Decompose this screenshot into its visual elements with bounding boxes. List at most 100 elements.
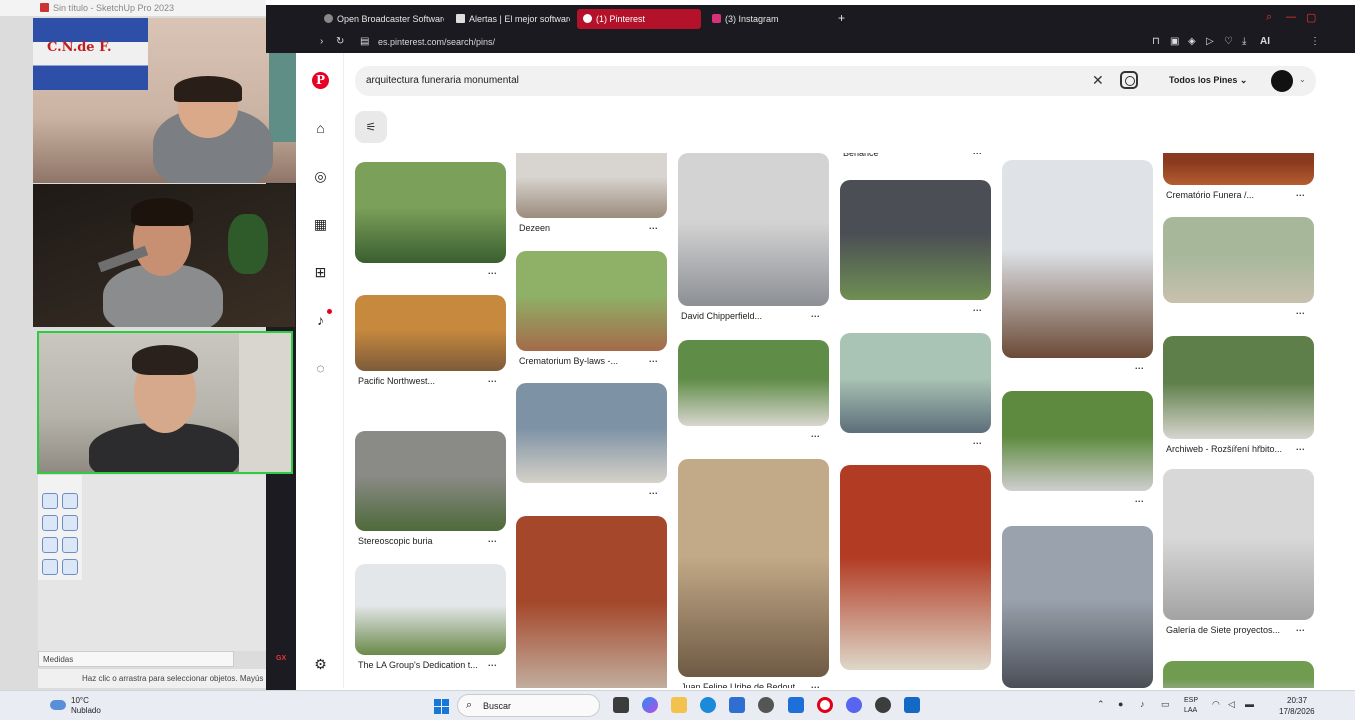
reload-icon[interactable]: ↻ [336,36,344,47]
minimize-icon[interactable]: — [1280,9,1296,29]
copilot-icon[interactable] [642,697,658,713]
avatar[interactable] [1271,70,1293,92]
pin-more-icon[interactable]: ... [973,436,982,446]
maximize-icon[interactable]: ▢ [1300,9,1316,29]
pin-more-icon[interactable]: ... [1135,494,1144,504]
pin-card[interactable] [516,516,667,688]
visual-search-icon[interactable] [1120,71,1138,89]
pin-card[interactable] [355,295,506,371]
tab-instagram[interactable]: (3) Instagram [706,9,826,29]
pin-more-icon[interactable]: ... [649,354,658,364]
filter-button[interactable]: ⚟ [355,111,387,143]
pin-card[interactable] [678,459,829,677]
pin-more-icon[interactable]: ... [973,303,982,313]
file-explorer-icon[interactable] [671,697,687,713]
tab-pinterest[interactable]: (1) Pinterest [577,9,701,29]
heart-icon[interactable]: ♡ [1224,36,1233,47]
pin-card[interactable] [840,465,991,670]
vpn-icon[interactable]: ◈ [1188,36,1196,47]
account-chevron-icon[interactable]: ⌄ [1299,75,1306,84]
boards-icon[interactable]: ▦ [312,216,329,233]
pin-more-icon[interactable]: ... [973,153,982,156]
ai-button[interactable]: AI [1260,36,1270,47]
pin-title[interactable]: The LA Group's Dedication t... [358,660,486,670]
pin-title[interactable]: Archiweb - Rozšíření hřbito... [1166,444,1294,454]
sketchup-app-icon[interactable] [904,697,920,713]
pin-card[interactable] [1163,661,1314,688]
opera-gx-icon[interactable] [817,697,833,713]
pin-card[interactable] [355,162,506,263]
notifications-icon[interactable]: ♪ [312,312,329,329]
pin-more-icon[interactable]: ... [811,680,820,688]
settings-icon[interactable]: ⚙ [312,656,329,673]
pin-title[interactable]: Behance [843,153,971,158]
pin-more-icon[interactable]: ... [488,658,497,668]
scope-dropdown[interactable]: Todos los Pines ⌄ [1169,75,1247,86]
volume-icon[interactable]: ◁ [1228,699,1235,710]
start-button[interactable] [434,699,449,714]
pin-title[interactable]: Juan Felipe Uribe de Bedout [681,682,809,688]
pin-card[interactable] [1002,526,1153,688]
pin-card[interactable] [840,333,991,433]
measurements-box[interactable]: Medidas [38,651,234,667]
cloud-icon[interactable] [50,700,66,710]
snapshot-icon[interactable]: ▣ [1170,36,1179,47]
keyboard-layout[interactable]: LAA [1184,707,1197,714]
pin-card[interactable] [840,180,991,300]
orbit-tool-icon[interactable] [62,537,78,553]
pinterest-logo-icon[interactable]: P [312,72,329,89]
edge-icon[interactable] [700,697,716,713]
walk-tool-icon[interactable] [42,493,58,509]
pin-card[interactable] [678,340,829,426]
task-view-icon[interactable] [613,697,629,713]
home-icon[interactable]: ⌂ [312,120,329,137]
weather-temperature[interactable]: 10°C [71,696,89,705]
pin-card[interactable] [1163,217,1314,303]
tray-device-icon[interactable]: ▭ [1161,699,1170,710]
new-tab-button[interactable]: + [832,9,852,29]
mic-icon[interactable]: ♪ [1140,699,1145,709]
position-camera-icon[interactable] [62,515,78,531]
wifi-icon[interactable]: ◠ [1212,699,1220,710]
pin-more-icon[interactable]: ... [649,221,658,231]
zoom-tool-icon[interactable] [42,537,58,553]
clock-date[interactable]: 17/8/2026 [1279,707,1315,716]
pin-card[interactable] [1163,153,1314,185]
forward-icon[interactable]: › [320,36,323,47]
search-bar[interactable]: arquitectura funeraria monumental ✕ Todo… [355,66,1316,96]
pin-card[interactable] [355,564,506,655]
obs-app-icon[interactable] [758,697,774,713]
search-tabs-icon[interactable]: ⌕ [1260,9,1276,29]
pin-card[interactable] [1163,469,1314,620]
tray-chevron-icon[interactable]: ⌃ [1097,699,1105,710]
pin-title[interactable]: Galería de Siete proyectos... [1166,625,1294,635]
pin-title[interactable]: Dezeen [519,223,647,233]
settings-app-icon[interactable] [875,697,891,713]
pin-more-icon[interactable]: ... [1296,623,1305,633]
pin-more-icon[interactable]: ... [488,534,497,544]
search-input[interactable]: arquitectura funeraria monumental [366,75,519,86]
url-field[interactable]: es.pinterest.com/search/pins/ [378,37,495,47]
pin-title[interactable]: Crematório Funera /... [1166,190,1294,200]
pin-title[interactable]: Stereoscopic buria [358,536,486,546]
create-icon[interactable]: ⊞ [312,264,329,281]
download-icon[interactable]: ⤓ [1242,36,1246,47]
look-around-icon[interactable] [42,515,58,531]
clear-search-icon[interactable]: ✕ [1092,72,1104,89]
clock-time[interactable]: 20:37 [1287,696,1307,705]
taskbar-search[interactable]: ⌕ Buscar [457,694,600,717]
section-plane-icon[interactable] [42,559,58,575]
pin-more-icon[interactable]: ... [1135,361,1144,371]
tab-alertas[interactable]: Alertas | El mejor software [450,9,570,29]
play-icon[interactable]: ▷ [1206,36,1214,47]
messages-icon[interactable]: ◌ [312,360,329,377]
pin-card[interactable] [516,251,667,351]
pin-title[interactable]: Pacific Northwest... [358,376,486,386]
store-icon[interactable] [729,697,745,713]
pin-more-icon[interactable]: ... [1296,442,1305,452]
discord-icon[interactable] [846,697,862,713]
editor-icon[interactable] [788,697,804,713]
pin-card[interactable] [516,153,667,218]
pin-more-icon[interactable]: ... [1296,188,1305,198]
pin-card[interactable] [355,431,506,531]
